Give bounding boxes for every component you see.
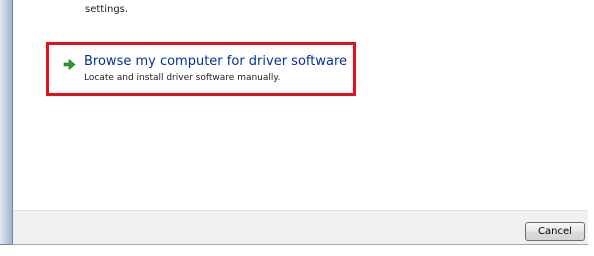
browse-computer-option[interactable]: Browse my computer for driver software L… (46, 42, 356, 96)
window-left-border (0, 0, 13, 244)
window-corner (0, 244, 12, 245)
browse-option-description: Locate and install driver software manua… (84, 73, 281, 83)
previous-option-description-tail: settings. (85, 4, 129, 15)
window-bottom-border (0, 244, 588, 245)
dialog-footer: Cancel (13, 210, 588, 245)
browse-option-title: Browse my computer for driver software (84, 54, 347, 69)
cancel-button[interactable]: Cancel (525, 222, 585, 241)
dialog-content: settings. Browse my computer for driver … (13, 0, 588, 210)
window-bottom-area (0, 244, 588, 256)
green-arrow-icon (63, 56, 76, 71)
window-right-edge (588, 0, 594, 256)
